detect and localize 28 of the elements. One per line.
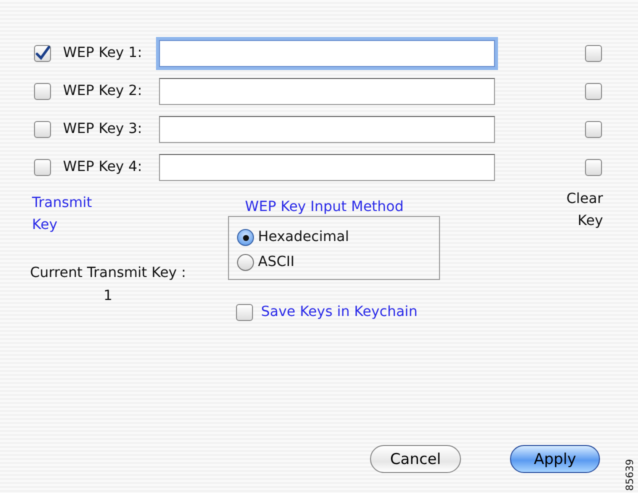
radio-button[interactable]: [237, 254, 254, 271]
cancel-button[interactable]: Cancel: [370, 445, 461, 473]
clear-key-checkbox[interactable]: [585, 120, 602, 138]
clear-key-checkbox[interactable]: [585, 44, 602, 62]
save-keys-label: Save Keys in Keychain: [261, 303, 418, 322]
radio-label: ASCII: [258, 253, 294, 272]
radio-button[interactable]: [237, 229, 254, 246]
radio-label: Hexadecimal: [258, 228, 349, 247]
current-transmit-key-text: Current Transmit Key : 1: [28, 264, 188, 306]
clear-key-checkbox[interactable]: [585, 82, 602, 100]
transmit-key-heading: Transmit Key: [32, 194, 94, 235]
key-label: WEP Key 1:: [63, 44, 144, 62]
input-method-heading: WEP Key Input Method: [245, 198, 405, 216]
transmit-key-checkbox[interactable]: [34, 82, 51, 100]
clear-key-heading: Clear Key: [565, 190, 603, 231]
clear-key-checkbox[interactable]: [585, 158, 602, 176]
transmit-key-checkbox[interactable]: [34, 120, 51, 138]
save-keys-checkbox[interactable]: [236, 304, 253, 321]
transmit-key-checkbox[interactable]: [34, 44, 51, 62]
key-input-field[interactable]: [159, 78, 495, 104]
key-input-field[interactable]: [159, 116, 495, 142]
apply-button[interactable]: Apply: [510, 445, 600, 473]
key-label: WEP Key 3:: [63, 120, 144, 138]
transmit-key-checkbox[interactable]: [34, 158, 51, 176]
key-label: WEP Key 2:: [63, 82, 144, 100]
key-label: WEP Key 4:: [63, 158, 144, 176]
key-input-field[interactable]: [159, 154, 495, 180]
figure-number: 85639: [624, 459, 637, 491]
